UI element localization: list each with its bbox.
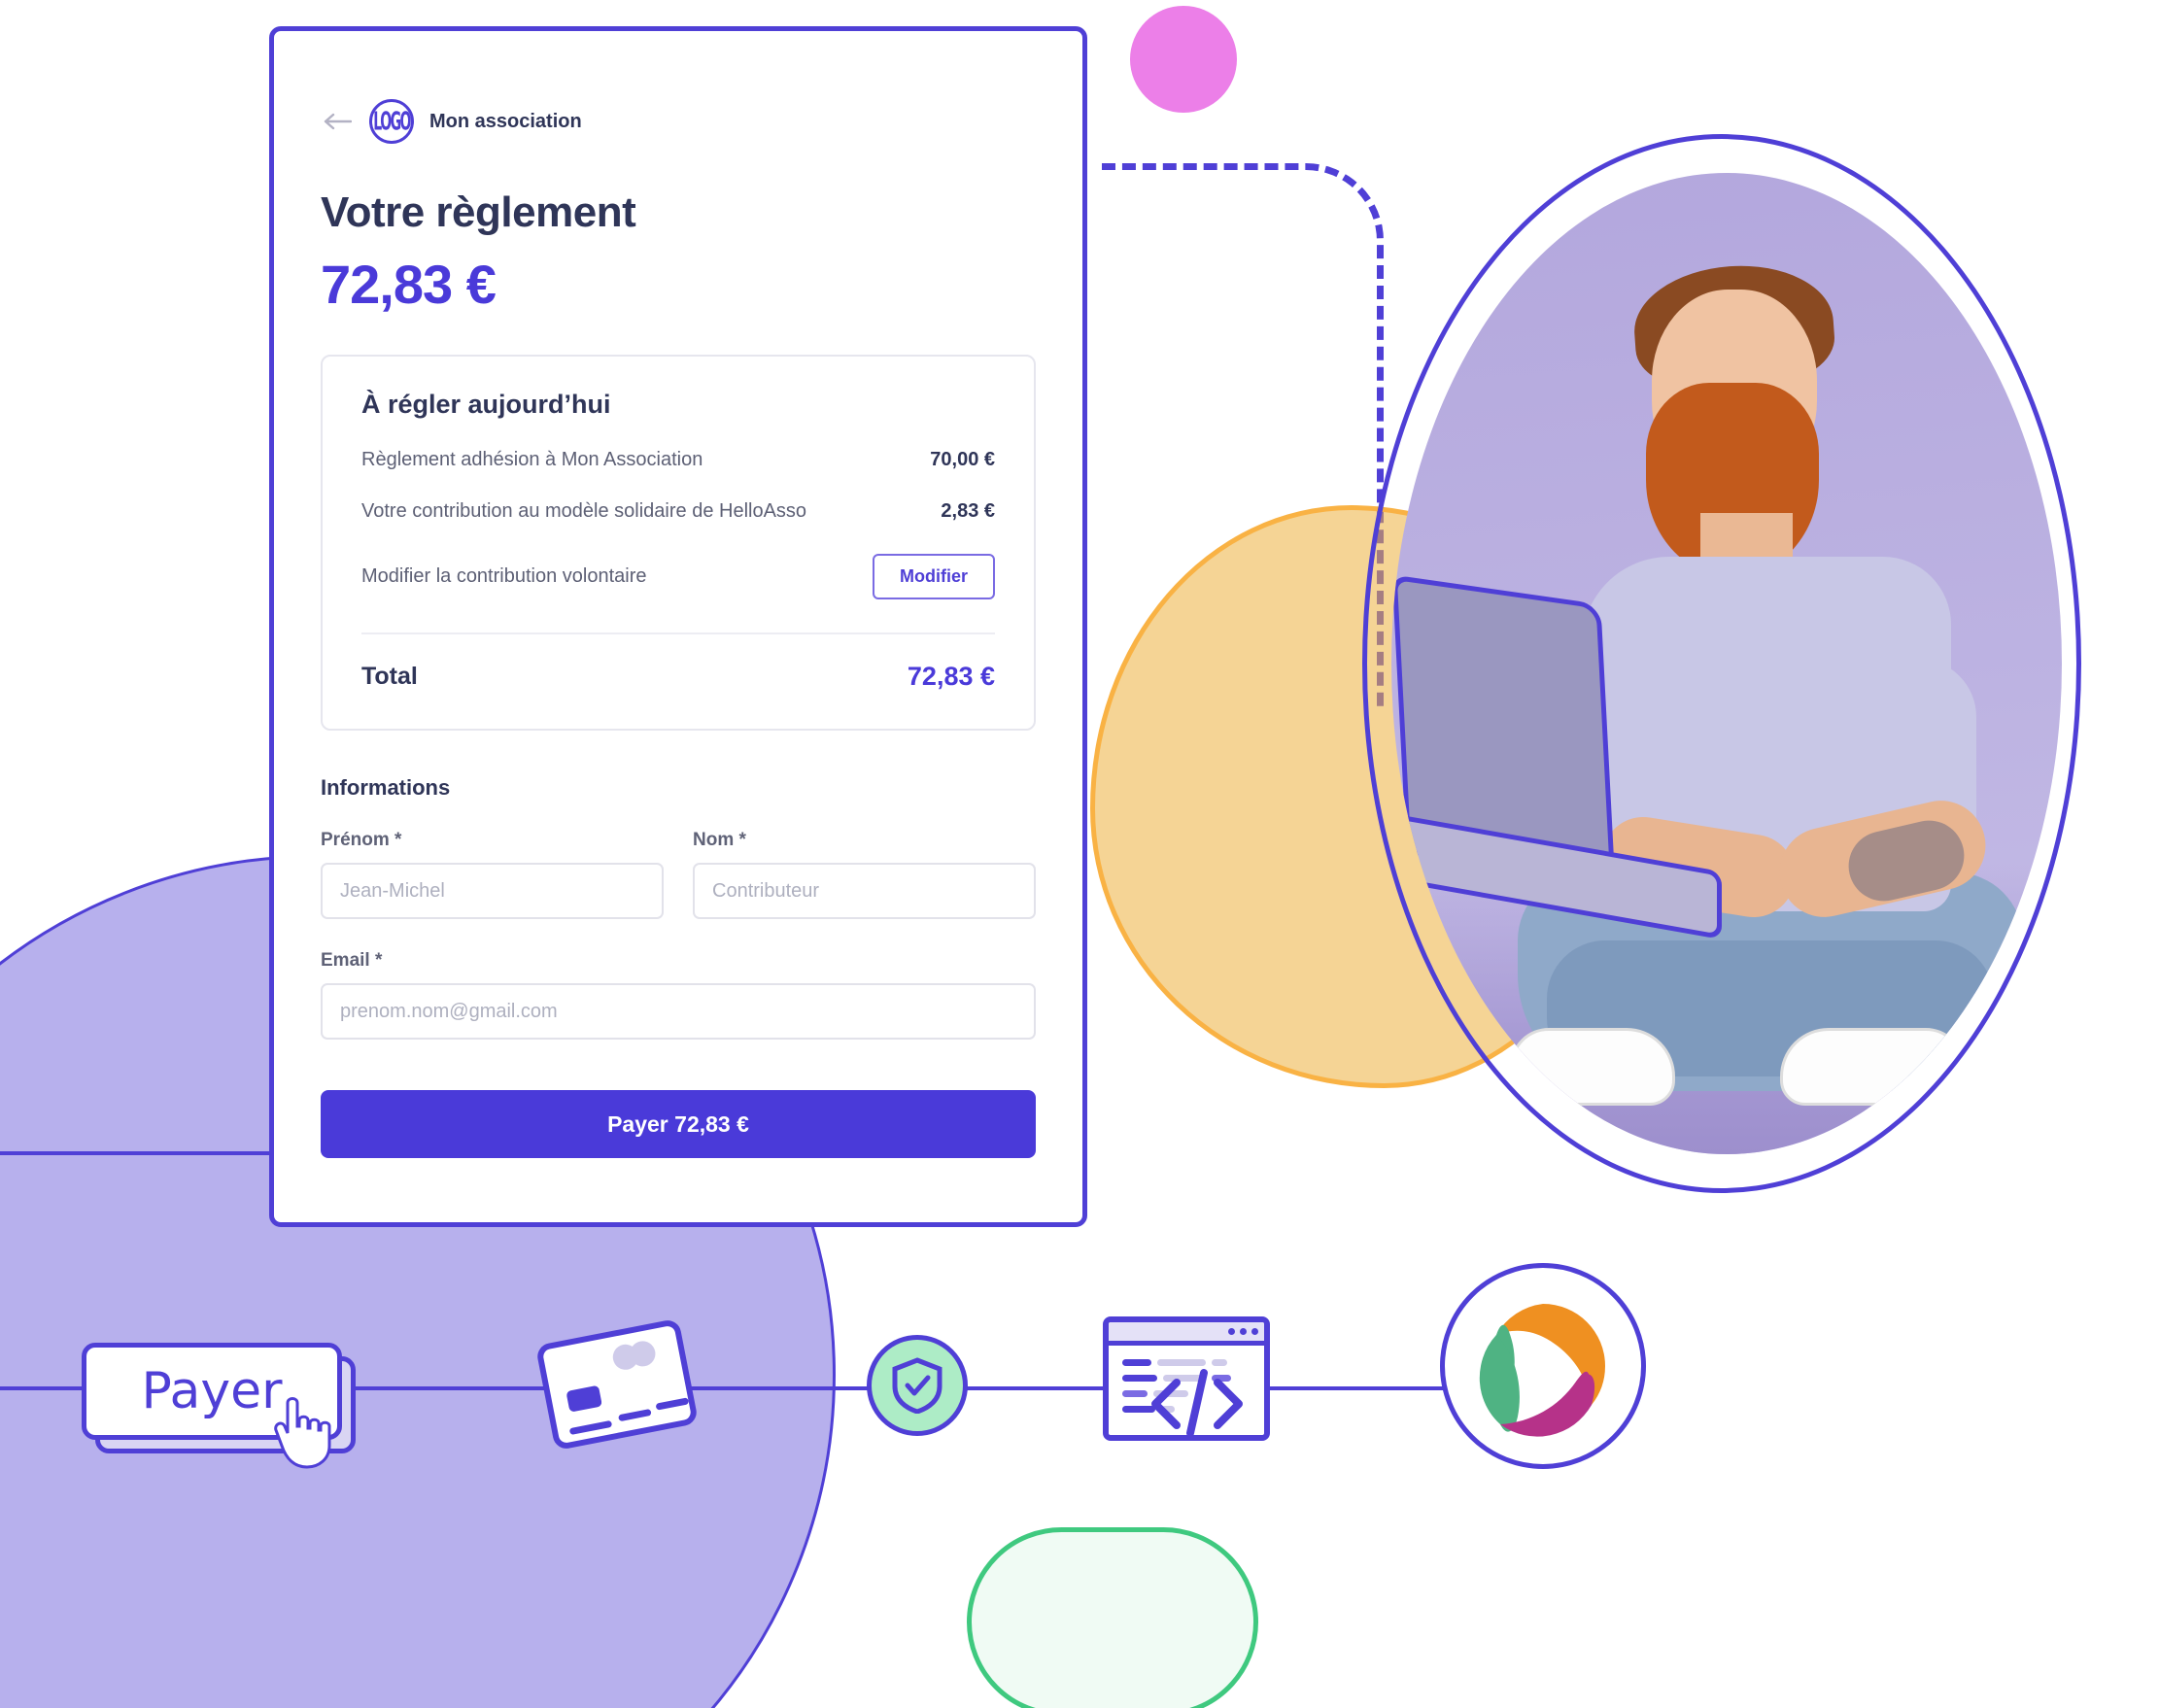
code-window-icon (1103, 1316, 1270, 1441)
back-arrow-icon[interactable] (321, 105, 354, 138)
email-field-group: Email * (321, 950, 1036, 1040)
name-fields-row: Prénom * Nom * (321, 830, 1036, 919)
photo-arm-left (1544, 657, 1705, 913)
lastname-label: Nom * (693, 830, 746, 850)
organization-logo-icon: LOGO (369, 99, 414, 144)
code-line (1157, 1359, 1206, 1366)
summary-row-label: Règlement adhésion à Mon Association (361, 449, 703, 470)
code-line (1122, 1359, 1151, 1366)
photo-arm-right (1831, 659, 1976, 887)
photo-beard (1646, 383, 1819, 577)
amount-headline: 72,83 € (321, 254, 497, 315)
lastname-field-group: Nom * (693, 830, 1036, 919)
photo-torso (1582, 557, 1951, 911)
summary-row: Règlement adhésion à Mon Association 70,… (361, 449, 995, 471)
summary-divider (361, 632, 995, 634)
checkout-card: LOGO Mon association Votre règlement 72,… (269, 26, 1087, 1227)
email-label: Email * (321, 950, 383, 971)
organization-name: Mon association (429, 110, 582, 132)
photo-shoe-left (1510, 1028, 1675, 1106)
decorative-pay-button-label: Payer (141, 1362, 283, 1420)
modify-contribution-button[interactable]: Modifier (873, 554, 995, 599)
summary-row-value: 2,83 € (941, 500, 995, 522)
photo-head (1652, 290, 1817, 489)
illustration-stage: Payer LOGO Mon association Votre règleme… (0, 0, 2159, 1708)
modify-contribution-row: Modifier la contribution volontaire Modi… (361, 554, 995, 599)
pink-circle-shape (1130, 6, 1237, 113)
summary-title: À régler aujourd’hui (361, 390, 611, 419)
code-line (1212, 1359, 1227, 1366)
summary-row: Votre contribution au modèle solidaire d… (361, 500, 995, 523)
photo-laptop-screen (1391, 574, 1616, 884)
card-number-dash (618, 1408, 652, 1422)
photo-laptop-base (1401, 814, 1722, 940)
card-logo-circles (610, 1337, 669, 1373)
photo-oval-outline (1362, 134, 2081, 1193)
person-with-laptop-photo (1391, 173, 2062, 1154)
photo-forearm-right (1770, 791, 1995, 927)
card-chip (565, 1384, 602, 1413)
total-value: 72,83 € (907, 662, 995, 691)
photo-shoe-right (1780, 1028, 1965, 1106)
dashed-elbow-line (1102, 163, 1384, 707)
shield-check-icon (867, 1335, 968, 1436)
decorative-pay-button[interactable]: Payer (82, 1343, 356, 1469)
olive-blob-shape (1090, 505, 1634, 1088)
email-input[interactable] (321, 983, 1036, 1040)
photo-hair (1629, 259, 1838, 394)
informations-section-title: Informations (321, 775, 451, 800)
credit-card-icon (534, 1317, 700, 1452)
page-title: Votre règlement (321, 188, 636, 236)
card-number-dash (568, 1419, 613, 1436)
hand-pointer-icon (274, 1397, 331, 1469)
photo-legs (1518, 872, 2023, 1091)
payment-summary-box: À régler aujourd’hui Règlement adhésion … (321, 355, 1036, 731)
total-row: Total 72,83 € (361, 662, 995, 692)
summary-row-label: Votre contribution au modèle solidaire d… (361, 500, 807, 522)
organization-logo-text: LOGO (373, 106, 411, 137)
firstname-input[interactable] (321, 863, 664, 919)
green-pill-shape (967, 1527, 1258, 1708)
code-brackets-icon (1151, 1369, 1243, 1435)
code-window-titlebar (1109, 1322, 1264, 1346)
summary-row-value: 70,00 € (930, 449, 995, 470)
photo-neck (1700, 513, 1793, 620)
modify-contribution-label: Modifier la contribution volontaire (361, 565, 647, 587)
pay-submit-button[interactable]: Payer 72,83 € (321, 1090, 1036, 1158)
lastname-input[interactable] (693, 863, 1036, 919)
photo-tattoo (1841, 813, 1971, 908)
firstname-field-group: Prénom * (321, 830, 664, 919)
card-number-dash (655, 1397, 690, 1411)
firstname-label: Prénom * (321, 830, 402, 850)
total-label: Total (361, 663, 418, 690)
photo-legs-shade (1547, 940, 1994, 1076)
photo-floor (1391, 863, 2062, 1154)
photo-forearm-left (1595, 810, 1801, 924)
card-header: LOGO Mon association (321, 31, 1036, 144)
helloasso-logo-icon (1440, 1263, 1646, 1469)
